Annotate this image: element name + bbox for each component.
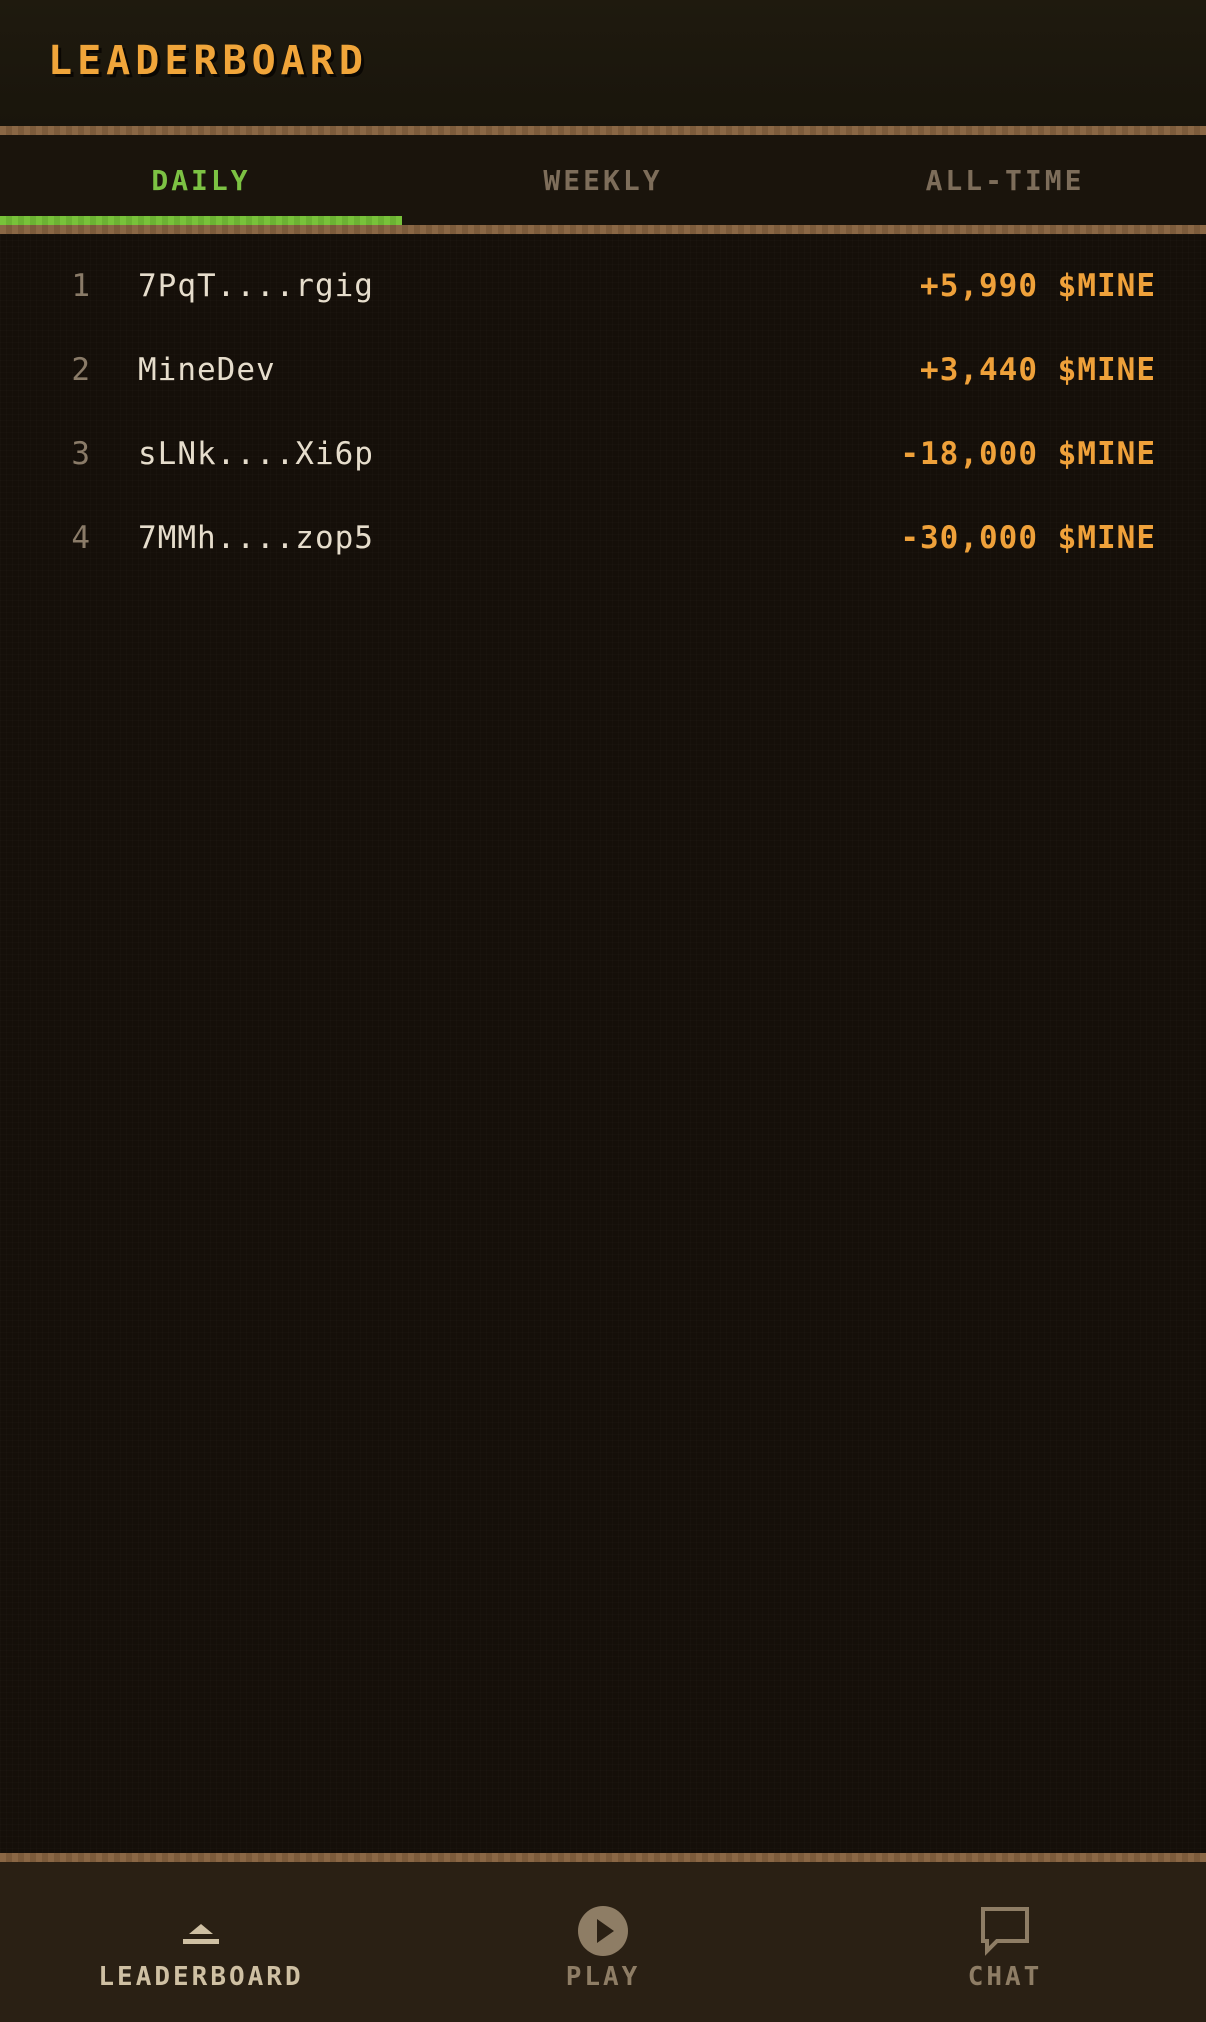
play-icon (578, 1906, 628, 1956)
tabs-divider (0, 225, 1206, 234)
nav-chat[interactable]: CHAT (804, 1862, 1206, 2022)
leaderboard-row[interactable]: 3 sLNk....Xi6p -18,000 $MINE (0, 412, 1206, 496)
nav-divider (0, 1853, 1206, 1862)
player-score: -18,000 $MINE (900, 436, 1156, 472)
player-name: 7PqT....rgig (138, 268, 374, 304)
nav-label: LEADERBOARD (98, 1962, 304, 1992)
player-name: 7MMh....zop5 (138, 520, 374, 556)
active-tab-indicator (0, 216, 402, 225)
player-name: MineDev (138, 352, 276, 388)
bottom-nav: LEADERBOARD PLAY CHAT (0, 1862, 1206, 2022)
tab-daily[interactable]: DAILY (0, 135, 402, 225)
app-screen: LEADERBOARD DAILY WEEKLY ALL-TIME 1 7PqT… (0, 0, 1206, 2022)
tab-weekly[interactable]: WEEKLY (402, 135, 804, 225)
header: LEADERBOARD (0, 0, 1206, 126)
nav-label: PLAY (565, 1962, 641, 1992)
leaderboard-list: 1 7PqT....rgig +5,990 $MINE 2 MineDev +3… (0, 244, 1206, 580)
chat-icon (981, 1907, 1029, 1956)
page-title: LEADERBOARD (48, 38, 368, 84)
leaderboard-icon (183, 1924, 219, 1944)
rank-number: 3 (71, 436, 90, 472)
header-divider (0, 126, 1206, 135)
nav-label: CHAT (967, 1962, 1043, 1992)
player-name: sLNk....Xi6p (138, 436, 374, 472)
leaderboard-row[interactable]: 1 7PqT....rgig +5,990 $MINE (0, 244, 1206, 328)
nav-leaderboard[interactable]: LEADERBOARD (0, 1862, 402, 2022)
player-score: +5,990 $MINE (920, 268, 1156, 304)
tab-bar: DAILY WEEKLY ALL-TIME (0, 135, 1206, 225)
rank-number: 4 (71, 520, 90, 556)
player-score: -30,000 $MINE (900, 520, 1156, 556)
rank-number: 1 (71, 268, 90, 304)
leaderboard-row[interactable]: 2 MineDev +3,440 $MINE (0, 328, 1206, 412)
leaderboard-row[interactable]: 4 7MMh....zop5 -30,000 $MINE (0, 496, 1206, 580)
nav-play[interactable]: PLAY (402, 1862, 804, 2022)
player-score: +3,440 $MINE (920, 352, 1156, 388)
tab-all-time[interactable]: ALL-TIME (804, 135, 1206, 225)
rank-number: 2 (71, 352, 90, 388)
